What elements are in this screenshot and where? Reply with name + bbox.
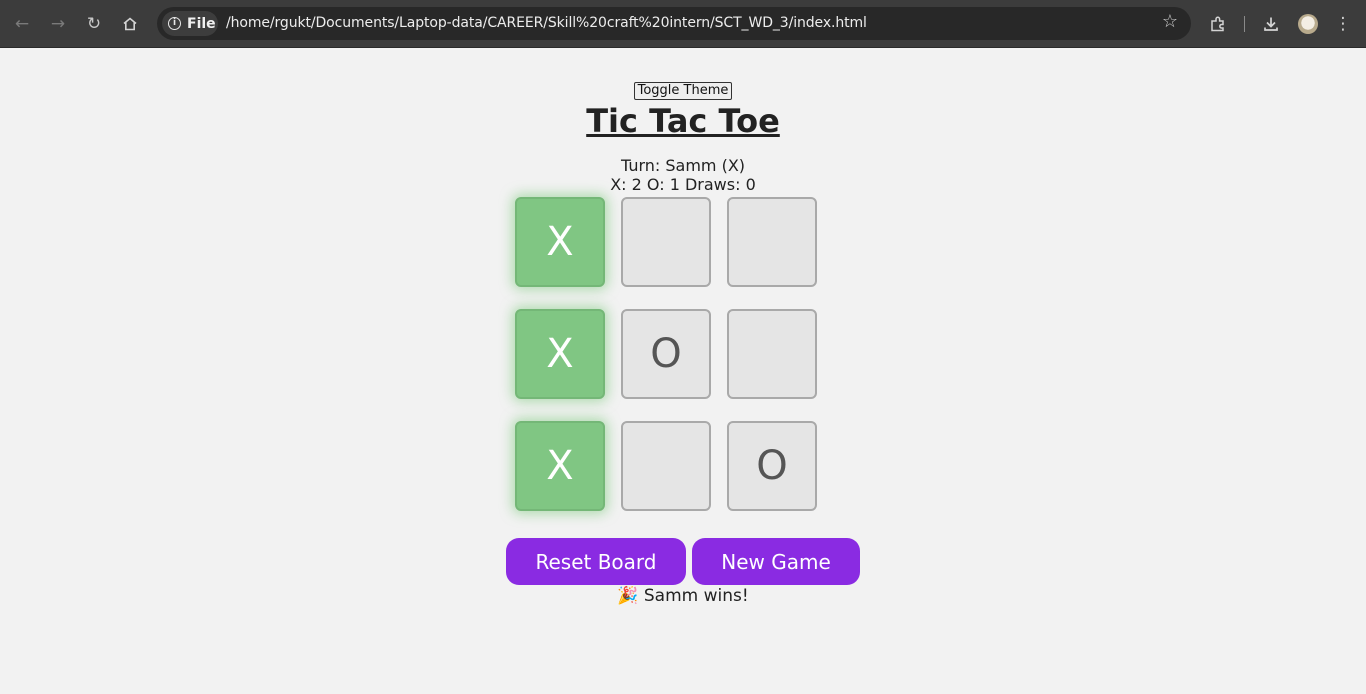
toggle-theme-button[interactable]: Toggle Theme: [634, 82, 732, 100]
avatar[interactable]: [1298, 14, 1318, 34]
turn-indicator: Turn: Samm (X): [620, 156, 746, 175]
url-text[interactable]: /home/rgukt/Documents/Laptop-data/CAREER…: [226, 15, 867, 31]
board-cell[interactable]: X: [515, 421, 605, 511]
extensions-icon[interactable]: [1205, 11, 1231, 37]
forward-icon[interactable]: →: [45, 11, 71, 37]
back-icon[interactable]: ←: [9, 11, 35, 37]
scoreboard: X: 2 O: 1 Draws: 0: [610, 175, 756, 194]
board-cell[interactable]: [727, 197, 817, 287]
board-cell[interactable]: X: [515, 309, 605, 399]
home-icon[interactable]: [117, 11, 143, 37]
download-icon[interactable]: [1258, 11, 1284, 37]
board-cell[interactable]: O: [727, 421, 817, 511]
board-cell[interactable]: [621, 197, 711, 287]
star-icon[interactable]: ☆: [1162, 13, 1178, 31]
board-cell[interactable]: [727, 309, 817, 399]
toolbar-divider: [1244, 16, 1245, 32]
board-cell[interactable]: O: [621, 309, 711, 399]
browser-toolbar: ← → ↻ i File /home/rgukt/Documents/Lapto…: [0, 0, 1366, 48]
reset-board-button[interactable]: Reset Board: [506, 538, 686, 585]
board-cell[interactable]: [621, 421, 711, 511]
result-message: 🎉 Samm wins!: [617, 586, 749, 606]
reload-icon[interactable]: ↻: [81, 11, 107, 37]
info-icon: i: [168, 17, 181, 30]
page-title: Tic Tac Toe: [586, 102, 780, 140]
more-icon[interactable]: ⋮: [1330, 11, 1356, 37]
site-info-label: File: [187, 15, 216, 32]
new-game-button[interactable]: New Game: [692, 538, 860, 585]
site-info-chip[interactable]: i File: [162, 11, 218, 36]
address-bar[interactable]: i File /home/rgukt/Documents/Laptop-data…: [157, 7, 1191, 40]
board-cell[interactable]: X: [515, 197, 605, 287]
